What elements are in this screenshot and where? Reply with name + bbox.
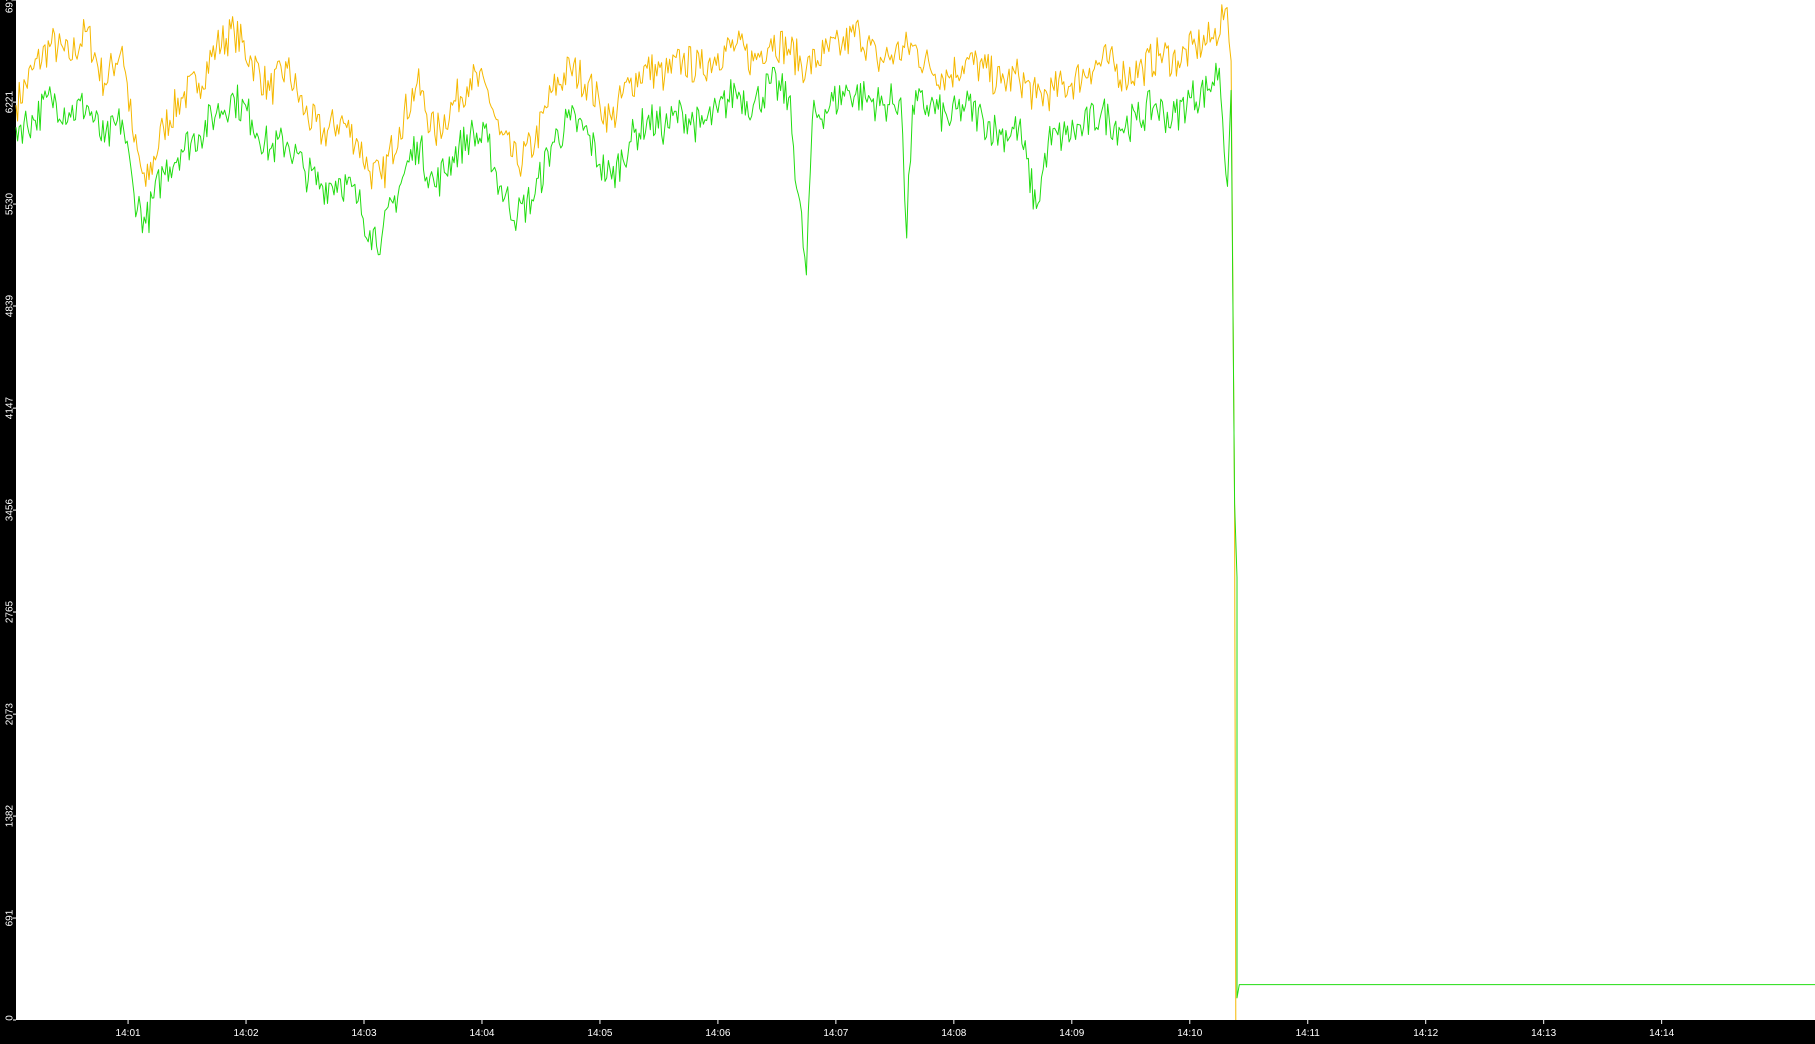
x-tick-label: 14:10 (1177, 1028, 1202, 1039)
y-tick-label: 6221 (5, 91, 16, 114)
x-tick-label: 14:03 (351, 1028, 376, 1039)
chart-panel: 0 691 1382 2073 2765 3456 4147 4839 5530 6221 6913… (0, 0, 1815, 1039)
x-tick-label: 14:12 (1413, 1028, 1438, 1039)
y-tick-label: 6913 (5, 0, 16, 13)
x-tick-label: 14:05 (587, 1028, 612, 1039)
y-tick-label: 691 (5, 909, 16, 926)
x-tick-label: 14:08 (941, 1028, 966, 1039)
x-tick-label: 14:04 (469, 1028, 494, 1039)
x-tick-label: 14:02 (234, 1028, 259, 1039)
x-tick-label: 14:11 (1296, 1028, 1321, 1039)
y-tick-label: 2073 (5, 703, 16, 726)
y-tick-label: 0 (5, 1015, 16, 1021)
x-tick-label: 14:14 (1649, 1028, 1674, 1039)
x-tick-label: 14:01 (116, 1028, 141, 1039)
y-tick-label: 2765 (5, 600, 16, 623)
x-tick-label: 14:09 (1059, 1028, 1084, 1039)
y-tick-label: 1382 (5, 805, 16, 828)
y-tick-label: 3456 (5, 499, 16, 522)
x-tick-label: 14:07 (823, 1028, 848, 1039)
y-tick-label: 4147 (5, 397, 16, 420)
plot-area (16, 0, 1815, 1020)
x-tick-label: 14:06 (705, 1028, 730, 1039)
y-tick-label: 5530 (5, 192, 16, 215)
line-chart: 0 691 1382 2073 2765 3456 4147 4839 5530 6221 6913… (0, 0, 1815, 1039)
x-tick-label: 14:13 (1531, 1028, 1556, 1039)
y-tick-label: 4839 (5, 294, 16, 317)
